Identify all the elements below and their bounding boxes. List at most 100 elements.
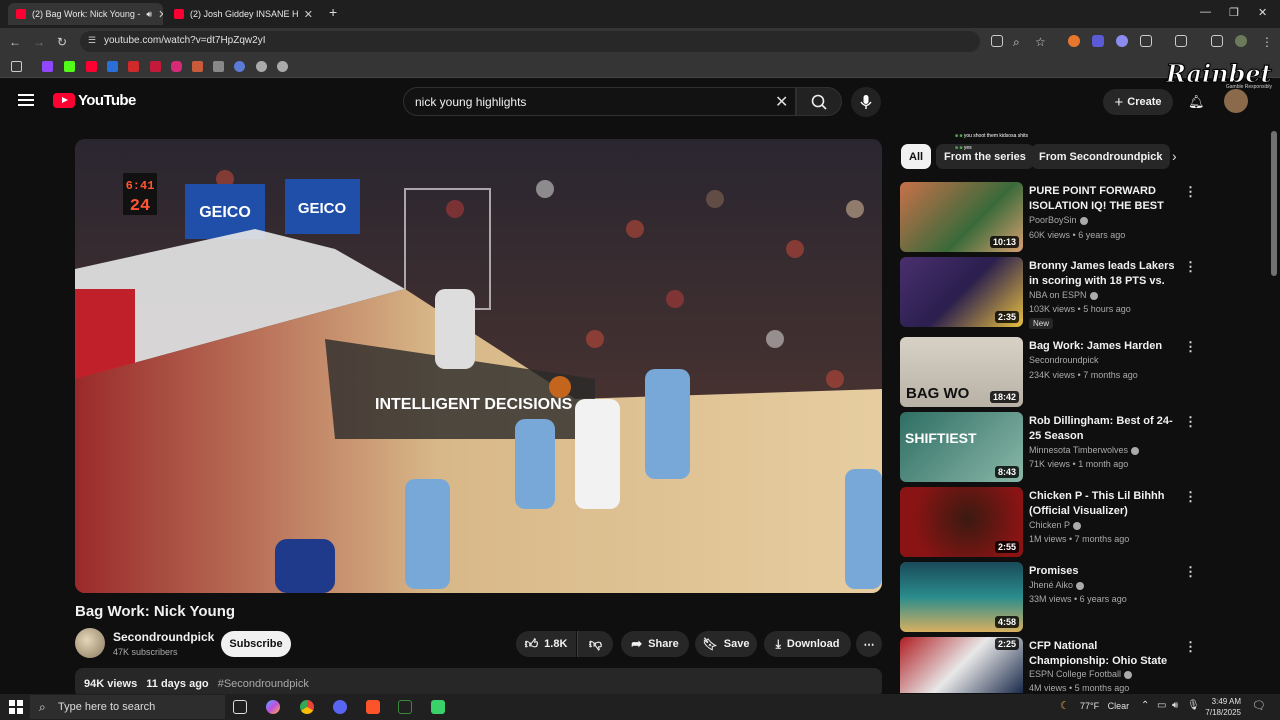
taskbar-search-input[interactable]: ⌕ Type here to search — [30, 695, 225, 719]
recommendation-title[interactable]: CFP National Championship: Ohio State Bu… — [1029, 639, 1177, 669]
page-scrollbar[interactable] — [1271, 131, 1277, 276]
chip-from-the-series[interactable]: From the series — [936, 144, 1034, 169]
more-vertical-icon[interactable]: ⋮ — [1184, 259, 1197, 275]
globe-bookmark-icon[interactable] — [277, 61, 288, 72]
brave-icon[interactable] — [366, 700, 380, 714]
video-thumbnail[interactable]: 2:35 — [900, 257, 1023, 327]
new-tab-button[interactable]: + — [329, 4, 337, 20]
channel-name[interactable]: Secondroundpick — [113, 630, 214, 644]
bookmark-icon[interactable] — [128, 61, 139, 72]
tab-close-icon[interactable]: ✕ — [158, 8, 163, 21]
network-icon[interactable]: ▭ — [1157, 700, 1166, 711]
cast-icon[interactable] — [991, 35, 1003, 47]
apps-grid-icon[interactable] — [11, 61, 22, 72]
profile-avatar[interactable] — [1235, 35, 1247, 47]
recommendation-title[interactable]: Chicken P - This Lil Bihhh (Official Vis… — [1029, 489, 1177, 519]
bookmark-icon[interactable] — [213, 61, 224, 72]
bookmark-icon[interactable] — [150, 61, 161, 72]
recommendation-item[interactable]: BAG WO 18:42 Bag Work: James Harden Secon… — [900, 337, 1200, 407]
more-vertical-icon[interactable]: ⋮ — [1184, 339, 1197, 355]
forward-icon[interactable]: → — [33, 35, 45, 49]
close-window-button[interactable]: ✕ — [1258, 6, 1267, 19]
recommendation-channel[interactable]: Minnesota Timberwolves — [1029, 445, 1140, 455]
minimize-button[interactable]: — — [1200, 6, 1211, 18]
globe-bookmark-icon[interactable] — [256, 61, 267, 72]
recommendation-item[interactable]: SHIFTIEST 8:43 Rob Dillingham: Best of 24… — [900, 412, 1200, 482]
system-clock[interactable]: 3:49 AM 7/18/2025 — [1199, 696, 1241, 718]
instagram-bookmark-icon[interactable] — [171, 61, 182, 72]
like-button[interactable]: 👍︎ 1.8K — [516, 631, 576, 657]
recommendation-channel[interactable]: ESPN College Football — [1029, 669, 1133, 679]
recommendation-title[interactable]: Promises — [1029, 564, 1177, 579]
video-thumbnail[interactable]: 10:13 — [900, 182, 1023, 252]
share-button[interactable]: ➦ Share — [621, 631, 689, 657]
chevron-right-icon[interactable]: › — [1172, 148, 1177, 164]
bookmark-icon[interactable] — [107, 61, 118, 72]
channel-avatar[interactable] — [75, 628, 105, 658]
bookmark-star-icon[interactable]: ☆ — [1035, 35, 1046, 49]
more-vertical-icon[interactable]: ⋮ — [1184, 564, 1197, 580]
task-view-icon[interactable] — [233, 700, 247, 714]
recommendation-channel[interactable]: Jhené Aiko — [1029, 580, 1085, 590]
youtube-bookmark-icon[interactable] — [86, 61, 97, 72]
recommendation-channel[interactable]: NBA on ESPN — [1029, 290, 1098, 300]
more-vertical-icon[interactable]: ⋮ — [1184, 639, 1197, 655]
microphone-icon[interactable]: 🎙︎ — [1187, 700, 1200, 711]
video-thumbnail[interactable]: 4:58 — [900, 562, 1023, 632]
menu-icon[interactable] — [18, 94, 34, 106]
audio-icon[interactable]: 🔊︎ — [146, 9, 152, 20]
create-button[interactable]: + Create — [1103, 89, 1173, 115]
extensions-puzzle-icon[interactable] — [1140, 35, 1152, 47]
weather-widget[interactable]: 77°F Clear — [1080, 701, 1129, 711]
chrome-icon[interactable] — [300, 700, 314, 714]
search-button[interactable] — [796, 87, 842, 116]
reload-icon[interactable]: ↻ — [57, 35, 67, 49]
download-button[interactable]: ⤓ Download — [764, 631, 851, 657]
video-thumbnail[interactable]: SHIFTIEST 8:43 — [900, 412, 1023, 482]
recommendation-title[interactable]: Bag Work: James Harden — [1029, 339, 1177, 354]
recommendation-title[interactable]: Bronny James leads Lakers in scoring wit… — [1029, 259, 1177, 289]
tab-bag-work[interactable]: (2) Bag Work: Nick Young - 🔊︎ ✕ — [8, 3, 163, 25]
video-thumbnail[interactable]: 2:25 — [900, 637, 1023, 693]
more-vertical-icon[interactable]: ⋮ — [1184, 184, 1197, 200]
bookmark-icon[interactable] — [234, 61, 245, 72]
browser-menu-icon[interactable]: ⋮ — [1261, 35, 1273, 49]
zoom-icon[interactable]: ⌕ — [1013, 35, 1020, 50]
recommendation-channel[interactable]: PoorBoySin — [1029, 215, 1088, 225]
twitch-bookmark-icon[interactable] — [42, 61, 53, 72]
clear-search-icon[interactable]: ✕ — [775, 92, 788, 112]
chevron-up-icon[interactable]: ⌃ — [1141, 700, 1149, 711]
discord-icon[interactable] — [333, 700, 347, 714]
more-actions-button[interactable]: ⋯ — [856, 631, 882, 657]
recommendation-title[interactable]: PURE POINT FORWARD ISOLATION IQ! THE BES… — [1029, 184, 1177, 214]
chip-from-secondroundpick[interactable]: From Secondroundpick — [1031, 144, 1171, 169]
recommendation-title[interactable]: Rob Dillingham: Best of 24-25 Season — [1029, 414, 1177, 444]
hashtag-link[interactable]: #Secondroundpick — [218, 678, 309, 690]
save-button[interactable]: 🔖︎ Save — [695, 631, 757, 657]
volume-icon[interactable]: 🔊︎ — [1172, 700, 1178, 711]
search-input[interactable]: nick young highlights — [403, 87, 796, 116]
video-player[interactable]: GEICO GEICO 6:41 24 INTELLIGENT DECISION… — [75, 139, 882, 593]
bookmark-icon[interactable] — [192, 61, 203, 72]
windows-start-icon[interactable] — [9, 700, 23, 714]
tab-josh-giddey[interactable]: (2) Josh Giddey INSANE HALF C ✕ — [166, 3, 321, 25]
youtube-logo[interactable]: YouTube — [53, 92, 136, 109]
extension-icon[interactable] — [1068, 35, 1080, 47]
xbox-icon[interactable] — [398, 700, 412, 714]
extension-icon[interactable] — [1116, 35, 1128, 47]
recommendation-item[interactable]: 2:25 CFP National Championship: Ohio Sta… — [900, 637, 1200, 693]
sidebar-icon[interactable] — [1175, 35, 1187, 47]
recommendation-item[interactable]: 4:58 Promises Jhené Aiko 33M views • 6 y… — [900, 562, 1200, 632]
recommendation-item[interactable]: 2:55 Chicken P - This Lil Bihhh (Officia… — [900, 487, 1200, 557]
address-bar[interactable]: ☰ youtube.com/watch?v=dt7HpZqw2yI — [80, 31, 980, 52]
dislike-button[interactable]: 👎︎ — [577, 631, 613, 657]
reading-list-icon[interactable] — [1211, 35, 1223, 47]
site-info-icon[interactable]: ☰ — [88, 35, 96, 46]
kick-bookmark-icon[interactable] — [64, 61, 75, 72]
subscribe-button[interactable]: Subscribe — [221, 631, 291, 657]
recommendation-item[interactable]: 10:13 PURE POINT FORWARD ISOLATION IQ! T… — [900, 182, 1200, 252]
recommendation-item[interactable]: 2:35 Bronny James leads Lakers in scorin… — [900, 257, 1200, 329]
more-vertical-icon[interactable]: ⋮ — [1184, 414, 1197, 430]
chip-all[interactable]: All — [901, 144, 932, 169]
restore-button[interactable]: ❐ — [1229, 6, 1239, 19]
